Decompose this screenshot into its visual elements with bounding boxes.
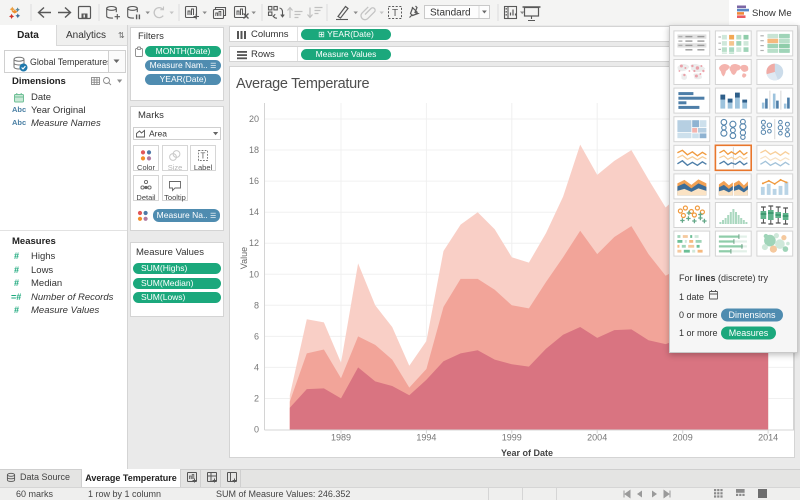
svg-text:1 date: 1 date: [679, 292, 704, 302]
svg-text:For lines (discrete) try: For lines (discrete) try: [679, 273, 769, 283]
svg-text:20: 20: [249, 114, 259, 124]
svg-text:2: 2: [254, 394, 259, 404]
svg-text:T: T: [201, 152, 206, 161]
svg-text:2004: 2004: [587, 433, 607, 443]
svg-text:1 or more: 1 or more: [679, 328, 718, 338]
svg-text:16: 16: [249, 176, 259, 186]
svg-text:10: 10: [249, 269, 259, 279]
svg-text:Dimensions: Dimensions: [728, 310, 776, 320]
svg-text:18: 18: [249, 145, 259, 155]
svg-text:Value: Value: [239, 247, 249, 269]
svg-text:Show Me: Show Me: [752, 8, 792, 19]
svg-text:12: 12: [249, 238, 259, 248]
svg-text:Standard: Standard: [430, 8, 471, 19]
svg-text:0 or more: 0 or more: [679, 310, 718, 320]
svg-text:6: 6: [254, 331, 259, 341]
svg-text:Measures: Measures: [729, 328, 769, 338]
svg-text:2009: 2009: [673, 433, 693, 443]
svg-text:1999: 1999: [502, 433, 522, 443]
svg-text:8: 8: [254, 300, 259, 310]
svg-text:1989: 1989: [331, 433, 351, 443]
svg-text:Area: Area: [149, 129, 167, 139]
svg-text:0: 0: [254, 425, 259, 435]
svg-text:Year of Date: Year of Date: [501, 448, 553, 458]
svg-text:4: 4: [254, 362, 259, 372]
svg-text:T: T: [392, 8, 398, 19]
svg-text:1994: 1994: [416, 433, 436, 443]
svg-text:2014: 2014: [758, 433, 778, 443]
svg-text:14: 14: [249, 207, 259, 217]
